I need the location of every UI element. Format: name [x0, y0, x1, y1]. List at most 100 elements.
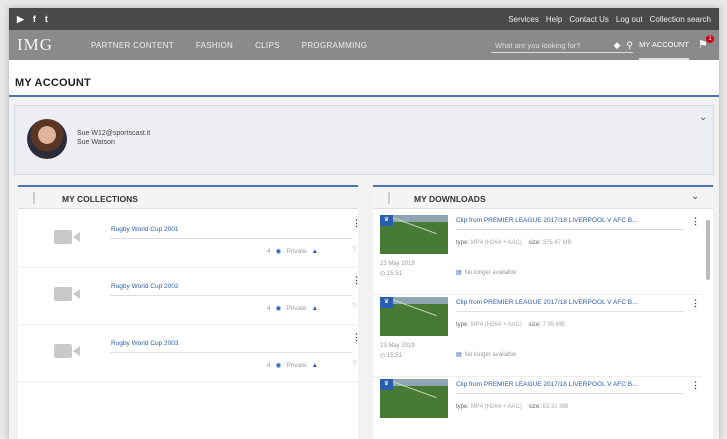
file-type: MP4 (H264 + AAC) [470, 404, 522, 410]
date-text: 23 May 2019 [380, 343, 415, 349]
privacy-label: Private [286, 361, 307, 369]
downloads-title: MY DOWNLOADS [414, 194, 486, 204]
video-thumbnail[interactable]: ♛ [380, 215, 448, 254]
video-thumbnail[interactable]: ♛ [380, 297, 448, 336]
scrollbar[interactable] [706, 220, 710, 280]
more-options-icon[interactable]: ⋮ [352, 332, 361, 343]
twitter-icon[interactable]: t [45, 14, 48, 24]
search-input[interactable]: What are you looking for? [491, 41, 607, 50]
facebook-icon[interactable]: f [33, 14, 36, 24]
collection-item[interactable]: Rugby World Cup 2002 ⋮ 4 ◉ Private ▲ ? [18, 269, 361, 325]
log-out-link[interactable]: Log out [616, 15, 643, 24]
trophy-icon: ◉ [275, 362, 282, 369]
info-icon[interactable]: ? [352, 245, 356, 254]
page-title: MY ACCOUNT [15, 77, 91, 89]
clock-icon: ◴ [380, 271, 386, 277]
archive-icon: ▤ [456, 270, 462, 276]
divider [110, 295, 352, 296]
chevron-down-icon[interactable]: ⌄ [691, 191, 699, 202]
file-size: 375.47 MB [542, 240, 572, 246]
search-icon[interactable]: ⚲ [626, 40, 633, 51]
premier-league-icon: ♛ [380, 297, 393, 308]
user-icon: ▲ [311, 247, 318, 255]
item-count: 4 [267, 361, 271, 369]
collection-item[interactable]: Rugby World Cup 2003 ⋮ 4 ◉ Private ▲ ? [18, 326, 361, 382]
my-account-link[interactable]: MY ACCOUNT [639, 30, 689, 60]
my-collections-panel: MY COLLECTIONS Rugby World Cup 2001 ⋮ 4 … [18, 185, 361, 439]
more-options-icon[interactable]: ⋮ [691, 298, 700, 309]
chevron-down-icon[interactable]: ⌄ [699, 112, 707, 123]
collection-name[interactable]: Rugby World Cup 2003 [111, 340, 178, 347]
trophy-icon: ◉ [275, 248, 282, 255]
img-logo[interactable]: IMG [17, 35, 91, 55]
type-label: type: [456, 322, 470, 328]
file-type: MP4 (H264 + AAC) [470, 322, 522, 328]
file-type: MP4 (H264 + AAC) [470, 240, 522, 246]
drag-handle[interactable] [33, 192, 35, 204]
size-label: size: [528, 404, 541, 410]
collection-search-link[interactable]: Collection search [650, 15, 711, 24]
divider [110, 352, 352, 353]
collection-item[interactable]: Rugby World Cup 2001 ⋮ 4 ◉ Private ▲ ? [18, 212, 361, 268]
more-options-icon[interactable]: ⋮ [691, 380, 700, 391]
my-downloads-panel: MY DOWNLOADS ⌄ ♛ Clip from PREMIER LEAGU… [373, 185, 713, 439]
info-icon[interactable]: ? [352, 302, 356, 311]
nav-menu: PARTNER CONTENT FASHION CLIPS PROGRAMMIN… [91, 41, 367, 50]
collection-meta: 4 ◉ Private ▲ [267, 247, 318, 256]
nav-partner-content[interactable]: PARTNER CONTENT [91, 41, 174, 50]
privacy-label: Private [286, 304, 307, 312]
premier-league-icon: ♛ [380, 379, 393, 390]
nav-programming[interactable]: PROGRAMMING [302, 41, 368, 50]
file-size: 7.95 MB [542, 322, 565, 328]
time-text: 15:51 [386, 271, 402, 277]
more-options-icon[interactable]: ⋮ [691, 216, 700, 227]
user-icon: ▲ [311, 304, 318, 312]
status-text: No longer available [464, 352, 517, 358]
download-title[interactable]: Clip from PREMIER LEAGUE 2017/18 LIVERPO… [456, 217, 684, 224]
contact-us-link[interactable]: Contact Us [569, 15, 609, 24]
collection-name[interactable]: Rugby World Cup 2001 [111, 226, 178, 233]
item-count: 4 [267, 247, 271, 255]
download-item[interactable]: ♛ Clip from PREMIER LEAGUE 2017/18 LIVER… [373, 295, 703, 377]
help-link[interactable]: Help [546, 15, 562, 24]
divider [110, 238, 352, 239]
download-item[interactable]: ♛ Clip from PREMIER LEAGUE 2017/18 LIVER… [373, 377, 703, 439]
video-thumbnail[interactable]: ♛ [380, 379, 448, 418]
profile-name: Sue Watson [77, 139, 115, 146]
nav-fashion[interactable]: FASHION [196, 41, 233, 50]
services-link[interactable]: Services [508, 15, 539, 24]
user-icon: ▲ [311, 361, 318, 369]
archive-icon: ▤ [456, 352, 462, 358]
avatar [27, 119, 67, 159]
page-header: MY ACCOUNT [9, 60, 719, 97]
search-box[interactable]: What are you looking for? ◆ ⚲ [491, 39, 633, 53]
clock-icon: ◴ [380, 353, 386, 359]
browser-window: ▶ f t Services Help Contact Us Log out C… [9, 8, 719, 439]
top-utility-bar: ▶ f t Services Help Contact Us Log out C… [9, 8, 719, 30]
more-options-icon[interactable]: ⋮ [352, 275, 361, 286]
video-camera-icon [54, 230, 80, 244]
collection-name[interactable]: Rugby World Cup 2002 [111, 283, 178, 290]
collections-header: MY COLLECTIONS [18, 187, 358, 209]
size-label: size: [528, 322, 541, 328]
divider [456, 311, 684, 312]
status-text: No longer available [464, 270, 517, 276]
type-label: type: [456, 404, 470, 410]
drag-handle[interactable] [388, 192, 390, 204]
utility-links: Services Help Contact Us Log out Collect… [508, 15, 711, 24]
main-navbar: IMG PARTNER CONTENT FASHION CLIPS PROGRA… [9, 30, 719, 60]
youtube-icon[interactable]: ▶ [17, 14, 24, 25]
download-status: ▤ No longer available [456, 351, 516, 358]
more-options-icon[interactable]: ⋮ [352, 218, 361, 229]
nav-clips[interactable]: CLIPS [255, 41, 280, 50]
filter-icon[interactable]: ◆ [613, 40, 620, 51]
download-title[interactable]: Clip from PREMIER LEAGUE 2017/18 LIVERPO… [456, 299, 684, 306]
notification-badge: 1 [706, 35, 714, 43]
social-links: ▶ f t [17, 14, 48, 25]
info-icon[interactable]: ? [352, 359, 356, 368]
download-meta: type: MP4 (H264 + AAC) size: 375.47 MB [456, 240, 572, 246]
type-label: type: [456, 240, 470, 246]
download-title[interactable]: Clip from PREMIER LEAGUE 2017/18 LIVERPO… [456, 381, 684, 388]
divider [456, 393, 684, 394]
download-item[interactable]: ♛ Clip from PREMIER LEAGUE 2017/18 LIVER… [373, 213, 703, 295]
